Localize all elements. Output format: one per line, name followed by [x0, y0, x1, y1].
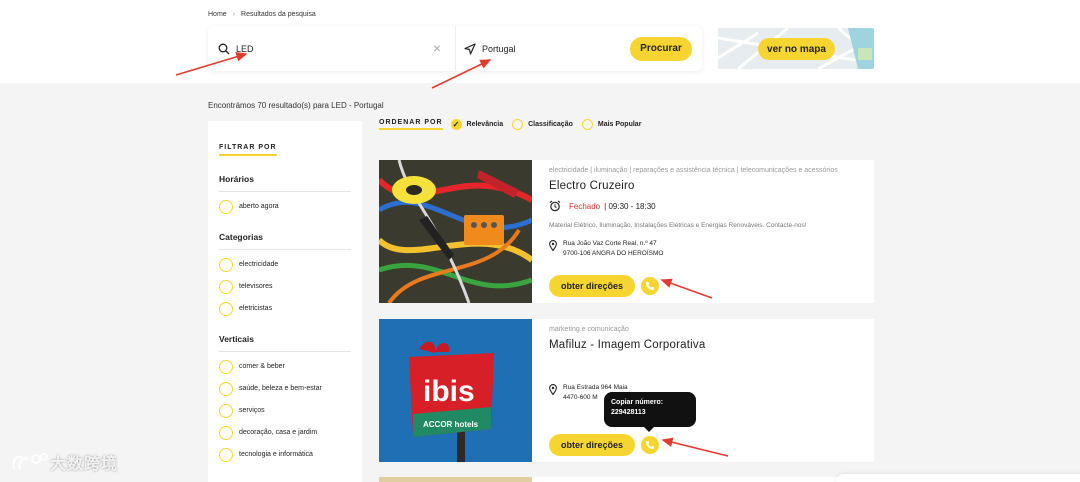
result-card: ibis ACCOR hotels marketing e comunicaçã…	[379, 319, 874, 462]
filter-title: FILTRAR POR	[219, 144, 277, 156]
directions-button[interactable]: obter direções	[549, 275, 635, 297]
breadcrumb-current: Resultados da pesquisa	[241, 11, 316, 18]
watermark: 大数跨境	[10, 450, 118, 474]
view-map-button[interactable]: ver no mapa	[758, 38, 835, 60]
address-line2: 9700-106 ANGRA DO HEROÍSMO	[563, 250, 664, 257]
result-address: Rua João Vaz Corte Real, n.º 47 9700-106…	[549, 239, 857, 259]
clear-icon[interactable]: ×	[433, 41, 445, 55]
business-name[interactable]: Electro Cruzeiro	[549, 180, 857, 192]
sign-subtext: ACCOR hotels	[423, 420, 479, 429]
radio-circle[interactable]	[219, 425, 233, 440]
floating-panel	[836, 474, 1080, 482]
business-name[interactable]: Mafiluz - Imagem Corporativa	[549, 339, 857, 351]
sign-text: ibis	[423, 375, 475, 408]
sort-label: ORDENAR POR	[379, 119, 443, 130]
filter-option-televisores[interactable]: televisores	[219, 279, 351, 294]
result-card: electricidade | iluminação | reparações …	[379, 160, 874, 303]
location-value: Portugal	[482, 43, 516, 54]
result-categories: marketing e comunicação	[549, 326, 629, 333]
business-photo[interactable]: ibis ACCOR hotels	[379, 319, 532, 462]
filter-section-title: Categorias	[219, 232, 351, 250]
tooltip-number: 229428113	[611, 409, 646, 416]
sort-option-classificacao[interactable]: Classificação	[512, 119, 573, 130]
filter-sidebar: FILTRAR POR Horários aberto agora Catego…	[208, 121, 362, 482]
filter-option-label: tecnologia e informática	[239, 451, 313, 458]
radio-circle[interactable]	[219, 199, 233, 214]
result-body: marketing e comunicação Mafiluz - Imagem…	[532, 319, 874, 462]
filter-option-label: saúde, beleza e bem-estar	[239, 385, 322, 392]
address-line1: Rua João Vaz Corte Real, n.º 47	[563, 240, 657, 247]
filter-option-saude[interactable]: saúde, beleza e bem-estar	[219, 381, 351, 396]
sort-option-popular[interactable]: Mais Popular	[581, 119, 642, 130]
phone-icon	[646, 282, 654, 290]
filter-option-eletricistas[interactable]: eletricistas	[219, 301, 351, 316]
sort-bar: ORDENAR POR ✓ Relevância Classificação Ma…	[379, 119, 650, 130]
breadcrumb: Home › Resultados da pesquisa	[208, 11, 316, 18]
radio-circle[interactable]	[219, 301, 233, 316]
cables-photo	[379, 160, 532, 303]
radio-circle[interactable]	[581, 119, 593, 130]
radio-circle[interactable]	[219, 279, 233, 294]
search-input[interactable]: LED ×	[208, 26, 456, 71]
navigation-arrow-icon	[464, 42, 476, 55]
search-bar: LED × Portugal Procurar	[208, 26, 702, 71]
sort-option-relevancia[interactable]: ✓ Relevância	[450, 119, 504, 130]
filter-section-title: Verticais	[219, 334, 351, 352]
filter-option-label: decoração, casa e jardim	[239, 429, 318, 436]
radio-circle[interactable]	[219, 257, 233, 272]
breadcrumb-separator: ›	[232, 11, 236, 18]
directions-button[interactable]: obter direções	[549, 434, 635, 456]
status-closed: Fechado	[569, 201, 601, 211]
map-preview[interactable]: ver no mapa	[718, 28, 874, 69]
checkmark-icon[interactable]: ✓	[450, 119, 462, 130]
filter-option-comer-beber[interactable]: comer & beber	[219, 359, 351, 374]
phone-button[interactable]	[641, 277, 659, 295]
radio-circle[interactable]	[219, 403, 233, 418]
phone-icon	[646, 441, 654, 449]
result-description: Material Elétrico, Iluminação, Instalaçõ…	[549, 222, 807, 229]
filter-option-decoracao[interactable]: decoração, casa e jardim	[219, 425, 351, 440]
filter-option-label: aberto agora	[239, 203, 279, 210]
copy-number-tooltip[interactable]: Copiar número: 229428113	[604, 392, 696, 432]
business-photo[interactable]	[379, 160, 532, 303]
radio-circle[interactable]	[219, 447, 233, 462]
filter-option-label: comer & beber	[239, 363, 285, 370]
filter-option-tecnologia[interactable]: tecnologia e informática	[219, 447, 351, 462]
filter-option-electricidade[interactable]: electricidade	[219, 257, 351, 272]
search-button[interactable]: Procurar	[630, 36, 692, 61]
sort-option-label: Mais Popular	[597, 121, 642, 128]
search-icon	[218, 43, 230, 54]
filter-option-label: serviços	[239, 407, 265, 414]
filter-section-title: Horários	[219, 174, 351, 192]
radio-circle[interactable]	[219, 359, 233, 374]
phone-button[interactable]	[641, 436, 659, 454]
filter-option-label: electricidade	[239, 261, 279, 268]
sort-option-label: Relevância	[466, 121, 504, 128]
filter-option-label: eletricistas	[239, 305, 273, 312]
sort-option-label: Classificação	[528, 121, 573, 128]
opening-hours: | 09:30 - 18:30	[604, 201, 656, 211]
alarm-clock-icon	[549, 200, 561, 212]
filter-option-label: televisores	[239, 283, 273, 290]
result-body: electricidade | iluminação | reparações …	[532, 160, 874, 303]
search-query: LED	[236, 43, 254, 54]
location-pin-icon	[549, 384, 557, 395]
location-input[interactable]: Portugal	[456, 42, 630, 55]
filter-option-servicos[interactable]: serviços	[219, 403, 351, 418]
business-photo[interactable]	[379, 477, 532, 482]
location-pin-icon	[549, 240, 557, 251]
result-card	[379, 477, 874, 482]
ibis-sign-photo: ibis ACCOR hotels	[379, 319, 532, 462]
results-summary: Encontrámos 70 resultado(s) para LED - P…	[208, 101, 384, 110]
opening-status: Fechado | 09:30 - 18:30	[549, 200, 857, 212]
filter-option-aberto-agora[interactable]: aberto agora	[219, 199, 351, 214]
tooltip-title: Copiar número:	[611, 399, 664, 406]
radio-circle[interactable]	[219, 381, 233, 396]
result-categories: electricidade | iluminação | reparações …	[549, 167, 838, 174]
watermark-text: 大数跨境	[50, 456, 119, 473]
radio-circle[interactable]	[512, 119, 524, 130]
breadcrumb-home[interactable]: Home	[208, 11, 227, 18]
watermark-logo-icon	[12, 453, 48, 470]
